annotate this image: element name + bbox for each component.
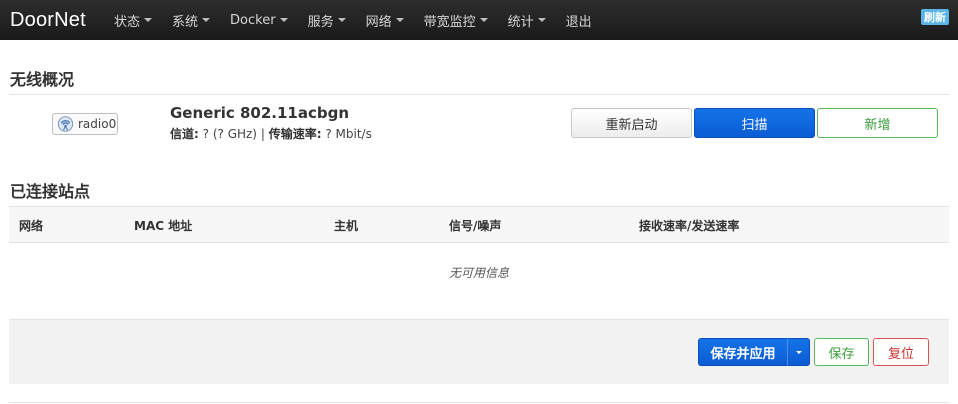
save-apply-split-button: 保存并应用 <box>698 338 810 366</box>
caret-down-icon <box>144 18 153 22</box>
rate-value: ? Mbit/s <box>325 127 372 141</box>
connected-stations-title: 已连接站点 <box>10 182 91 201</box>
top-navbar: DoorNet 状态 系统 Docker 服务 网络 带宽监控 统计 退出 刷新 <box>0 0 958 40</box>
radio-device-badge: radio0 <box>52 113 118 135</box>
menu-network[interactable]: 网络 <box>356 0 414 40</box>
stations-table-header: 网络 MAC 地址 主机 信号/噪声 接收速率/发送速率 <box>9 206 949 243</box>
caret-down-icon <box>795 350 802 354</box>
menu-bandwidth-monitor[interactable]: 带宽监控 <box>414 0 498 40</box>
info-separator: | <box>260 127 265 141</box>
main-menu: 状态 系统 Docker 服务 网络 带宽监控 统计 退出 <box>104 0 602 40</box>
menu-statistics[interactable]: 统计 <box>498 0 556 40</box>
menu-label: 统计 <box>507 14 534 30</box>
menu-label: 退出 <box>565 14 592 30</box>
radio-model: Generic 802.11acbgn <box>170 104 350 122</box>
add-network-button[interactable]: 新增 <box>817 108 938 138</box>
column-host: 主机 <box>334 219 359 233</box>
save-apply-button[interactable]: 保存并应用 <box>698 338 787 366</box>
radio-info: 信道: ? (? GHz) | 传输速率: ? Mbit/s <box>170 125 372 142</box>
column-network: 网络 <box>19 219 44 233</box>
restart-button[interactable]: 重新启动 <box>571 108 692 138</box>
divider <box>9 94 949 95</box>
rate-label: 传输速率: <box>268 127 322 141</box>
menu-services[interactable]: 服务 <box>298 0 356 40</box>
brand-logo[interactable]: DoorNet <box>0 9 104 32</box>
column-rx-tx-rate: 接收速率/发送速率 <box>639 219 740 233</box>
divider <box>9 402 949 403</box>
menu-label: 服务 <box>307 14 334 30</box>
menu-label: Docker <box>230 12 276 28</box>
reset-button[interactable]: 复位 <box>873 338 929 366</box>
caret-down-icon <box>395 18 404 22</box>
column-mac-address: MAC 地址 <box>134 219 193 233</box>
wifi-antenna-icon <box>57 116 74 132</box>
wireless-overview-title: 无线概况 <box>10 70 75 89</box>
refresh-badge[interactable]: 刷新 <box>921 9 949 25</box>
menu-label: 带宽监控 <box>423 14 476 30</box>
caret-down-icon <box>202 18 211 22</box>
menu-logout[interactable]: 退出 <box>556 0 602 40</box>
menu-label: 系统 <box>172 14 199 30</box>
menu-docker[interactable]: Docker <box>220 0 298 40</box>
menu-status[interactable]: 状态 <box>104 0 162 40</box>
radio-name: radio0 <box>78 117 117 131</box>
channel-value: ? (? GHz) <box>202 127 257 141</box>
menu-system[interactable]: 系统 <box>162 0 220 40</box>
column-signal-noise: 信号/噪声 <box>449 219 502 233</box>
caret-down-icon <box>337 18 346 22</box>
scan-button[interactable]: 扫描 <box>694 108 815 138</box>
save-apply-dropdown-toggle[interactable] <box>787 338 810 366</box>
menu-label: 网络 <box>365 14 392 30</box>
caret-down-icon <box>279 18 288 22</box>
save-button[interactable]: 保存 <box>814 338 869 366</box>
channel-label: 信道: <box>170 127 199 141</box>
caret-down-icon <box>537 18 546 22</box>
menu-label: 状态 <box>114 14 141 30</box>
empty-table-message: 无可用信息 <box>448 266 509 280</box>
caret-down-icon <box>479 18 488 22</box>
